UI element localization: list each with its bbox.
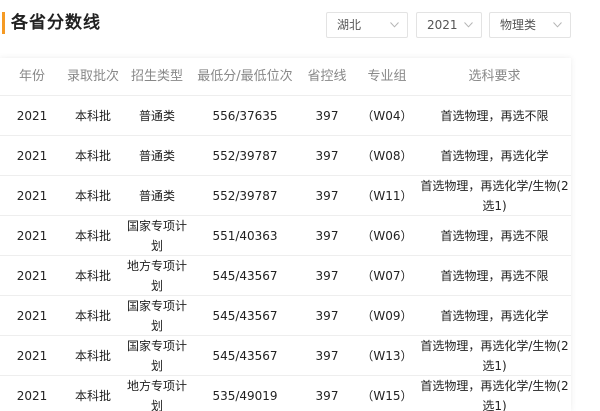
- cell-batch: 本科批: [74, 389, 111, 403]
- year-select[interactable]: 2021: [416, 12, 482, 38]
- cell-enroll-type: 国家专项计划: [126, 299, 187, 333]
- table-row: 2021 本科批 普通类 556/37635 397 （W04） 首选物理，再选…: [0, 96, 571, 136]
- cell-major-group: （W11）: [361, 189, 413, 203]
- category-select-value: 物理类: [500, 18, 537, 32]
- score-table: 年份 录取批次 招生类型 最低分/最低位次 省控线 专业组 选科要求 2021 …: [0, 58, 571, 411]
- column-header-min-score-rank: 最低分/最低位次: [197, 69, 293, 84]
- cell-min-score-rank: 545/43567: [212, 349, 278, 363]
- cell-min-score-rank: 535/49019: [212, 389, 278, 403]
- cell-min-score-rank: 556/37635: [212, 109, 278, 123]
- cell-batch: 本科批: [74, 109, 111, 123]
- cell-major-group: （W04）: [361, 109, 413, 123]
- cell-year: 2021: [16, 229, 48, 243]
- cell-major-group: （W15）: [361, 389, 413, 403]
- cell-major-group: （W09）: [361, 309, 413, 323]
- cell-enroll-type: 普通类: [138, 189, 175, 203]
- cell-subject-requirement: 首选物理，再选化学: [440, 149, 549, 163]
- cell-min-score-rank: 545/43567: [212, 269, 278, 283]
- column-header-major-group: 专业组: [367, 69, 407, 84]
- cell-subject-requirement: 首选物理，再选不限: [440, 109, 549, 123]
- cell-control-line: 397: [315, 309, 339, 323]
- cell-year: 2021: [16, 109, 48, 123]
- cell-major-group: （W13）: [361, 349, 413, 363]
- chevron-down-icon: [552, 13, 562, 37]
- year-select-value: 2021: [427, 18, 458, 32]
- cell-major-group: （W08）: [361, 149, 413, 163]
- cell-min-score-rank: 552/39787: [212, 189, 278, 203]
- cell-control-line: 397: [315, 229, 339, 243]
- province-select-value: 湖北: [337, 18, 362, 32]
- cell-year: 2021: [16, 269, 48, 283]
- cell-control-line: 397: [315, 389, 339, 403]
- column-header-enroll-type: 招生类型: [130, 69, 183, 84]
- cell-enroll-type: 地方专项计划: [126, 379, 187, 411]
- column-header-subject-requirement: 选科要求: [468, 69, 521, 84]
- cell-subject-requirement: 首选物理，再选不限: [440, 269, 549, 283]
- cell-subject-requirement: 首选物理，再选化学: [440, 309, 549, 323]
- table-row: 2021 本科批 地方专项计划 535/49019 397 （W15） 首选物理…: [0, 376, 571, 411]
- cell-batch: 本科批: [74, 309, 111, 323]
- cell-batch: 本科批: [74, 189, 111, 203]
- cell-control-line: 397: [315, 349, 339, 363]
- cell-major-group: （W06）: [361, 229, 413, 243]
- cell-batch: 本科批: [74, 229, 111, 243]
- cell-min-score-rank: 551/40363: [212, 229, 278, 243]
- cell-min-score-rank: 552/39787: [212, 149, 278, 163]
- title-accent-bar: [2, 12, 5, 34]
- column-header-control-line: 省控线: [307, 69, 347, 84]
- cell-subject-requirement: 首选物理，再选化学/生物(2选1): [420, 179, 569, 213]
- cell-enroll-type: 地方专项计划: [126, 259, 187, 293]
- table-row: 2021 本科批 普通类 552/39787 397 （W08） 首选物理，再选…: [0, 136, 571, 176]
- column-header-batch: 录取批次: [66, 69, 119, 84]
- cell-control-line: 397: [315, 149, 339, 163]
- cell-enroll-type: 国家专项计划: [126, 339, 187, 373]
- chevron-down-icon: [389, 13, 399, 37]
- table-row: 2021 本科批 普通类 552/39787 397 （W11） 首选物理，再选…: [0, 176, 571, 216]
- header: 各省分数线 湖北 2021 物理类: [0, 0, 600, 56]
- cell-subject-requirement: 首选物理，再选不限: [440, 229, 549, 243]
- cell-batch: 本科批: [74, 149, 111, 163]
- cell-subject-requirement: 首选物理，再选化学/生物(2选1): [420, 339, 569, 373]
- cell-enroll-type: 普通类: [138, 109, 175, 123]
- cell-min-score-rank: 545/43567: [212, 309, 278, 323]
- cell-year: 2021: [16, 149, 48, 163]
- cell-enroll-type: 普通类: [138, 149, 175, 163]
- cell-enroll-type: 国家专项计划: [126, 219, 187, 253]
- cell-batch: 本科批: [74, 349, 111, 363]
- table-row: 2021 本科批 国家专项计划 545/43567 397 （W09） 首选物理…: [0, 296, 571, 336]
- table-row: 2021 本科批 地方专项计划 545/43567 397 （W07） 首选物理…: [0, 256, 571, 296]
- category-select[interactable]: 物理类: [489, 12, 571, 38]
- cell-control-line: 397: [315, 189, 339, 203]
- column-header-year: 年份: [18, 69, 45, 84]
- cell-batch: 本科批: [74, 269, 111, 283]
- cell-year: 2021: [16, 189, 48, 203]
- cell-subject-requirement: 首选物理，再选化学/生物(2选1): [420, 379, 569, 411]
- table-row: 2021 本科批 国家专项计划 545/43567 397 （W13） 首选物理…: [0, 336, 571, 376]
- cell-control-line: 397: [315, 269, 339, 283]
- cell-control-line: 397: [315, 109, 339, 123]
- page-title: 各省分数线: [11, 13, 101, 33]
- table-header: 年份 录取批次 招生类型 最低分/最低位次 省控线 专业组 选科要求: [0, 58, 571, 96]
- cell-year: 2021: [16, 349, 48, 363]
- cell-major-group: （W07）: [361, 269, 413, 283]
- cell-year: 2021: [16, 309, 48, 323]
- chevron-down-icon: [463, 13, 473, 37]
- province-select[interactable]: 湖北: [326, 12, 408, 38]
- table-row: 2021 本科批 国家专项计划 551/40363 397 （W06） 首选物理…: [0, 216, 571, 256]
- cell-year: 2021: [16, 389, 48, 403]
